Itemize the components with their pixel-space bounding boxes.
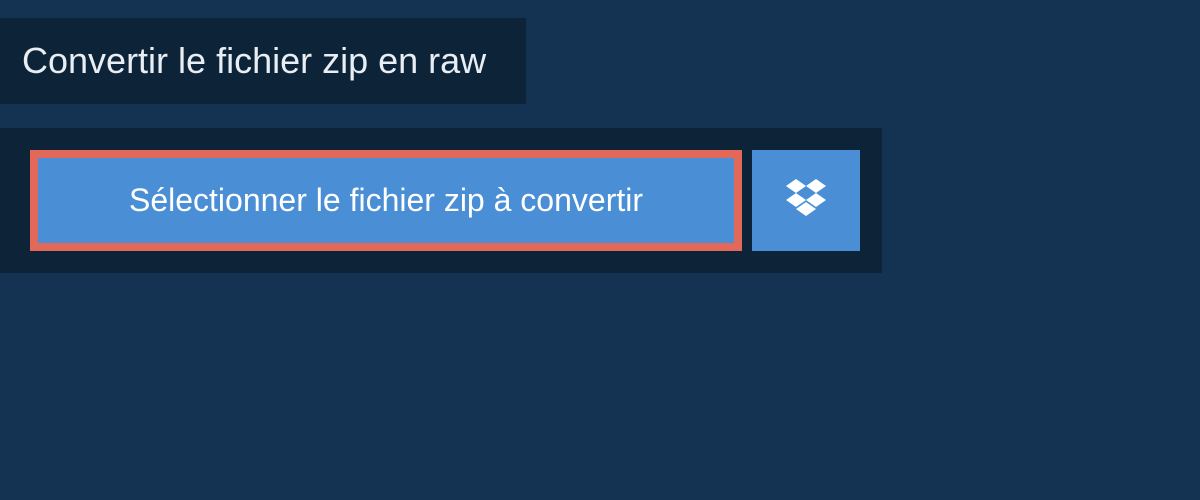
dropbox-icon: [786, 179, 826, 222]
upload-panel: Sélectionner le fichier zip à convertir: [0, 128, 882, 273]
page-title: Convertir le fichier zip en raw: [22, 40, 486, 82]
select-file-label: Sélectionner le fichier zip à convertir: [129, 182, 643, 219]
dropbox-button[interactable]: [752, 150, 860, 251]
header-tab: Convertir le fichier zip en raw: [0, 18, 526, 104]
select-file-button[interactable]: Sélectionner le fichier zip à convertir: [30, 150, 742, 251]
